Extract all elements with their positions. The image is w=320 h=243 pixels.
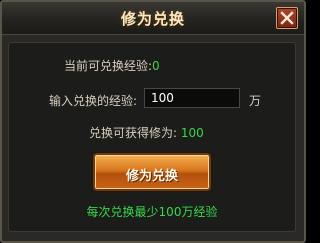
- exchange-button-label: 修为兑换: [125, 169, 178, 184]
- current-exp-value: 0: [152, 59, 160, 73]
- close-icon: [280, 11, 294, 25]
- dialog-title: 修为兑换: [120, 10, 185, 28]
- unit-label: 万: [249, 94, 262, 108]
- minimum-hint: 每次兑换最少100万经验: [86, 205, 218, 219]
- input-exp-label: 输入兑换的经验:: [49, 94, 138, 108]
- exp-amount-input[interactable]: [144, 88, 240, 108]
- title-bar: 修为兑换: [2, 2, 304, 35]
- current-exp-label: 当前可兑换经验:: [64, 59, 153, 73]
- content-panel: 当前可兑换经验:0 输入兑换的经验: 万 兑换可获得修为: 100 修为兑换 每…: [8, 42, 296, 232]
- obtain-cultivation-value: 100: [180, 126, 204, 140]
- exchange-dialog: 修为兑换 当前可兑换经验:0 输入兑换的经验: 万 兑换可获得修为: 100 修…: [0, 0, 306, 243]
- exchange-button[interactable]: 修为兑换: [93, 153, 211, 191]
- obtain-cultivation-row: 兑换可获得修为: 100: [89, 124, 204, 141]
- obtain-cultivation-label: 兑换可获得修为:: [89, 126, 178, 140]
- close-button[interactable]: [276, 7, 298, 29]
- current-exp-row: 当前可兑换经验:0: [64, 57, 160, 74]
